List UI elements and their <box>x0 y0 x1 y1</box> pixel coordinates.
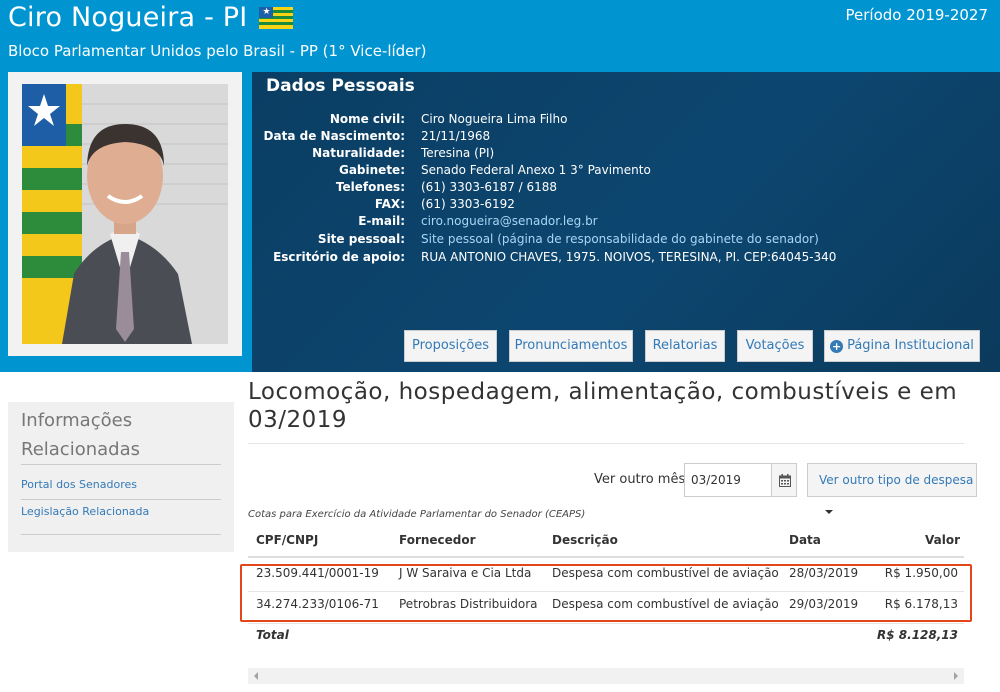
info-label: Escritório de apoio: <box>273 250 405 264</box>
state-flag-icon: ★ <box>259 6 294 29</box>
sidebar-divider <box>21 499 221 500</box>
header-valor: Valor <box>925 533 961 547</box>
header-divider <box>248 556 964 558</box>
page-title: Locomoção, hospedagem, alimentação, comb… <box>248 379 958 433</box>
info-value: Ciro Nogueira Lima Filho <box>421 112 568 126</box>
info-value: 21/11/1968 <box>421 129 491 143</box>
info-label: Site pessoal: <box>317 232 405 246</box>
site-pessoal-link[interactable]: Site pessoal (página de responsabilidade… <box>421 232 819 246</box>
info-label: Gabinete: <box>338 163 405 177</box>
relatorias-button[interactable]: Relatorias <box>645 330 725 362</box>
votacoes-button[interactable]: Votações <box>737 330 813 362</box>
horizontal-scrollbar[interactable] <box>248 668 964 684</box>
info-label: Data de Nascimento: <box>263 129 405 143</box>
header-data: Data <box>789 533 821 547</box>
senator-photo <box>22 84 228 344</box>
info-value: Senado Federal Anexo 1 3° Pavimento <box>421 163 651 177</box>
info-label: Naturalidade: <box>312 146 405 160</box>
info-value: (61) 3303-6187 / 6188 <box>421 180 558 194</box>
email-link[interactable]: ciro.nogueira@senador.leg.br <box>421 214 598 228</box>
pagina-institucional-label: Página Institucional <box>847 338 974 353</box>
header-cpf-cnpj: CPF/CNPJ <box>256 533 319 547</box>
sidebar-link-legislacao[interactable]: Legislação Relacionada <box>21 505 149 518</box>
scroll-right-icon[interactable] <box>954 672 958 680</box>
info-row-site: Site pessoal: Site pessoal (página de re… <box>252 232 1000 250</box>
info-row-telefones: Telefones: (61) 3303-6187 / 6188 <box>252 180 1000 198</box>
info-row-fax: FAX: (61) 3303-6192 <box>252 197 1000 215</box>
info-label: Nome civil: <box>329 112 405 126</box>
personal-data-title: Dados Pessoais <box>266 76 415 96</box>
info-value: RUA ANTONIO CHAVES, 1975. NOIVOS, TERESI… <box>421 250 837 264</box>
expense-type-dropdown[interactable]: Ver outro tipo de despesa <box>807 463 977 514</box>
pronunciamentos-button[interactable]: Pronunciamentos <box>509 330 633 362</box>
info-value: Teresina (PI) <box>421 146 495 160</box>
senator-photo-frame <box>8 72 242 356</box>
senator-name: Ciro Nogueira - PI <box>8 2 248 33</box>
info-row-escritorio: Escritório de apoio: RUA ANTONIO CHAVES,… <box>252 250 1000 268</box>
pagina-institucional-button[interactable]: + Página Institucional <box>824 330 980 362</box>
month-input[interactable]: 03/2019 <box>684 463 772 497</box>
calendar-icon <box>779 474 791 487</box>
header-fornecedor: Fornecedor <box>399 533 476 547</box>
related-info-sidebar: Informações Relacionadas Portal dos Sena… <box>8 402 234 552</box>
table-caption: Cotas para Exercício da Atividade Parlam… <box>248 509 586 520</box>
row-divider <box>248 623 964 624</box>
sidebar-divider <box>21 534 221 535</box>
info-row-naturalidade: Naturalidade: Teresina (PI) <box>252 146 1000 164</box>
total-value: R$ 8.128,13 <box>877 628 958 642</box>
info-label: Telefones: <box>335 180 405 194</box>
sidebar-divider <box>21 464 221 465</box>
header-descricao: Descrição <box>552 533 618 547</box>
info-row-nome: Nome civil: Ciro Nogueira Lima Filho <box>252 112 1000 130</box>
caret-down-icon <box>825 510 833 514</box>
party-label: Bloco Parlamentar Unidos pelo Brasil - P… <box>8 42 427 60</box>
info-label: E-mail: <box>358 214 405 228</box>
highlight-box <box>240 564 972 622</box>
period-label: Período 2019-2027 <box>845 6 988 24</box>
total-label: Total <box>256 628 289 642</box>
sidebar-link-portal[interactable]: Portal dos Senadores <box>21 478 137 491</box>
senator-header: Ciro Nogueira - PI ★ Período 2019-2027 B… <box>0 0 1000 372</box>
plus-circle-icon: + <box>830 340 844 353</box>
proposicoes-button[interactable]: Proposições <box>404 330 497 362</box>
expense-type-label: Ver outro tipo de despesa <box>819 473 974 487</box>
scroll-left-icon[interactable] <box>254 672 258 680</box>
info-row-gabinete: Gabinete: Senado Federal Anexo 1 3° Pavi… <box>252 163 1000 181</box>
info-label: FAX: <box>374 197 405 211</box>
month-label: Ver outro mês: <box>594 472 690 487</box>
name-row: Ciro Nogueira - PI ★ <box>8 2 294 33</box>
sidebar-title: Informações Relacionadas <box>21 410 140 460</box>
calendar-button[interactable] <box>771 463 797 497</box>
info-row-email: E-mail: ciro.nogueira@senador.leg.br <box>252 214 1000 232</box>
info-value: (61) 3303-6192 <box>421 197 515 211</box>
personal-data-panel: Dados Pessoais Nome civil: Ciro Nogueira… <box>252 72 1000 372</box>
title-divider <box>248 443 964 444</box>
info-row-nascimento: Data de Nascimento: 21/11/1968 <box>252 129 1000 147</box>
